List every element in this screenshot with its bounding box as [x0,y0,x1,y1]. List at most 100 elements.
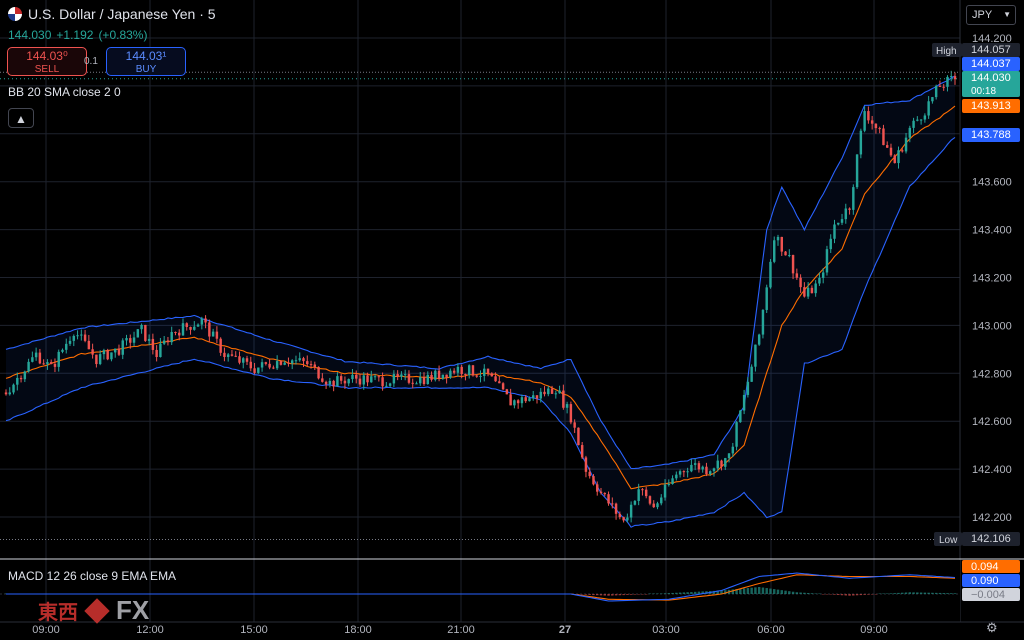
candle-body [467,365,471,376]
candle-body [724,458,727,467]
x-tick-label: 06:00 [757,624,785,636]
candle-body [31,357,34,362]
candle-body [377,376,381,378]
candle-body [633,500,637,505]
candle-body [136,329,140,338]
candle-body [19,377,23,380]
macd-histogram-bar [765,588,768,594]
candle-body [675,474,678,479]
candle-body [53,363,57,367]
macd-histogram-bar [614,594,618,596]
currency-select[interactable]: JPY ▼ [966,5,1016,25]
macd-histogram-bar [855,594,859,596]
symbol-title[interactable]: U.S. Dollar / Japanese Yen · 5 [28,6,216,22]
macd-histogram-bar [953,593,957,594]
macd-histogram-bar [626,594,629,595]
buy-label: BUY [135,64,157,75]
candle-body [498,381,501,384]
candle-body [705,466,708,475]
candle-body [434,370,437,380]
collapse-indicators-button[interactable]: ▲ [8,108,34,128]
candle-body [818,277,821,284]
macd-histogram-bar [938,592,942,594]
x-tick-label: 18:00 [344,624,372,636]
macd-histogram-bar [618,594,622,596]
candle-body [784,251,787,256]
candle-body [441,374,445,379]
macd-histogram-bar [761,587,765,594]
candle-body [543,391,546,395]
candle-body [934,85,938,98]
price-tag-upper: 144.037 [971,58,1011,70]
candle-body [855,154,859,188]
candle-body [287,362,290,364]
candle-body [91,349,94,355]
candle-body [577,427,580,446]
macd-histogram-bar [622,594,625,596]
buy-button[interactable]: 144.03¹ BUY [106,47,186,76]
candle-body [919,119,923,121]
candle-body [912,120,915,128]
last-price: 144.030 [8,28,52,42]
candle-body [874,123,878,129]
candle-body [795,273,799,278]
macd-histogram-bar [840,594,844,596]
macd-histogram-bar [690,592,693,594]
candle-body [554,393,558,395]
candle-body [80,334,83,336]
macd-histogram-bar [693,591,697,594]
y-tick-label: 142.400 [972,464,1012,476]
candle-body [215,331,219,339]
candle-body [746,381,750,395]
macd-histogram-bar [580,594,584,595]
x-tick-label: 15:00 [240,624,268,636]
candle-body [535,395,539,399]
candle-body [392,374,396,384]
candle-body [739,410,742,423]
candle-body [833,224,836,239]
symbol-header: U.S. Dollar / Japanese Yen · 5 [8,6,216,22]
candle-body [607,494,610,504]
candle-body [12,384,15,393]
sell-button[interactable]: 144.03⁰ SELL [7,47,87,76]
candle-body [204,318,207,323]
candle-body [667,484,671,486]
macd-indicator-label[interactable]: MACD 12 26 close 9 EMA EMA [8,569,176,583]
candle-body [400,374,403,377]
bollinger-indicator-label[interactable]: BB 20 SMA close 2 0 [8,85,121,99]
price-change-row: 144.030 +1.192 (+0.83%) [8,28,147,42]
candle-body [547,388,550,395]
high-label: High [936,46,957,57]
y-tick-label: 143.200 [972,273,1012,285]
candle-body [76,335,79,337]
candle-body [889,147,893,156]
buy-price: 144.03¹ [125,49,167,63]
candle-body [678,471,682,475]
candle-body [588,471,591,477]
candle-body [125,338,128,341]
candle-body [332,380,335,387]
candle-body [324,381,328,385]
low-label: Low [939,535,958,546]
candle-body [505,389,509,395]
macd-histogram-bar [663,593,667,594]
macd-histogram-bar [874,594,878,595]
x-tick-label: 03:00 [652,624,680,636]
y-tick-label: 143.000 [972,320,1012,332]
candle-body [701,466,704,470]
macd-histogram-bar [641,594,644,595]
spread-value: 0.1 [84,56,98,67]
candle-body [754,344,757,367]
candle-body [355,374,358,379]
candle-body [117,348,121,355]
candle-body [129,338,132,343]
gear-icon[interactable]: ⚙ [986,620,998,636]
candle-body [381,377,384,387]
macd-histogram-bar [870,594,874,595]
macd-histogram-bar [863,594,866,595]
x-tick-label: 09:00 [860,624,888,636]
candlestick-chart[interactable]: 144.200144.000143.800143.600143.400143.2… [0,0,1024,640]
candle-body [419,377,422,384]
candle-body [347,379,350,384]
candle-body [95,354,98,365]
